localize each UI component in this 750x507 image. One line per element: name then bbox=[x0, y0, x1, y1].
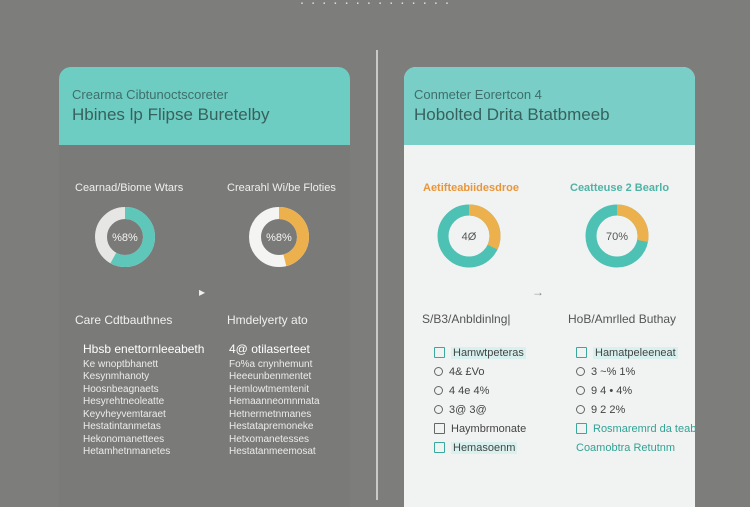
right-list1-row: 3@ 3@ bbox=[434, 400, 526, 419]
left-list2-item: Fo%a cnynhemunt bbox=[229, 358, 313, 370]
bullet-dot-icon bbox=[434, 367, 443, 376]
right-chart2-label: Ceatteuse 2 Bearlo bbox=[570, 182, 670, 194]
left-card-header: Crearma Cibtunoctscoreter Hbines lp Flip… bbox=[59, 67, 350, 145]
left-chart1-label: Cearnad/Biome Wtars bbox=[75, 182, 184, 194]
right-section2-title: HoB/Amrlled Buthay bbox=[568, 312, 677, 326]
left-section1-title: Care Cdtbauthnes bbox=[75, 313, 173, 327]
right-card-header: Conmeter Eorertcon 4 Hobolted Drita Btat… bbox=[404, 67, 695, 145]
right-list1-row: 4 4e 4% bbox=[434, 381, 526, 400]
right-chart1-label: Aetifteabiidesdroe bbox=[423, 182, 519, 194]
right-card: Conmeter Eorertcon 4 Hobolted Drita Btat… bbox=[404, 67, 695, 507]
right-list2-row[interactable]: Hamatpeleeneat bbox=[576, 343, 695, 362]
right-list1-text: Haymbrmonate bbox=[451, 422, 527, 435]
bullet-dot-icon bbox=[434, 386, 443, 395]
left-list2-item: Hestatapremoneke bbox=[229, 421, 314, 432]
checkbox-icon[interactable] bbox=[576, 347, 587, 358]
right-list2-text: Hamatpeleeneat bbox=[593, 346, 678, 359]
left-list1-item: Hoosnbeagnaets bbox=[83, 383, 159, 395]
right-list2-text: 9 2 2% bbox=[591, 403, 626, 416]
right-list2-row: 3 ~% 1% bbox=[576, 362, 695, 381]
checkbox-icon[interactable] bbox=[576, 423, 587, 434]
bullet-dot-icon bbox=[576, 367, 585, 376]
left-donut-2-value: %8% bbox=[266, 232, 292, 244]
checkbox-icon[interactable] bbox=[434, 442, 445, 453]
right-donut-chart-2: 70% bbox=[585, 204, 649, 268]
left-arrow-icon: ▸ bbox=[199, 285, 206, 299]
right-list1-row[interactable]: Hamwtpeteras bbox=[434, 343, 526, 362]
right-list2-text: 3 ~% 1% bbox=[591, 365, 636, 378]
right-list-2: Hamatpeleeneat 3 ~% 1% 9 4 • 4% 9 2 2% Rosma… bbox=[576, 343, 695, 457]
right-list-1: Hamwtpeteras 4& £Vo 4 4e 4% 3@ 3@ Haymbrmona… bbox=[434, 343, 526, 457]
left-list-2: 4@ otilaserteet Fo%a cnynhemunt Heeeunben… bbox=[229, 343, 320, 459]
left-list2-item: Heeeunbenmentet bbox=[229, 371, 312, 382]
left-list2-item: Hestatanmeemosat bbox=[229, 446, 316, 457]
right-list1-text: Hamwtpeteras bbox=[451, 346, 526, 359]
left-list2-item: Hemlowtmemtenit bbox=[229, 383, 310, 395]
right-donut-1-value: 4Ø bbox=[462, 231, 477, 243]
right-donut-chart-1: 4Ø bbox=[437, 204, 501, 268]
right-list2-row: Coamobtra Retutnm bbox=[576, 438, 695, 457]
right-list2-row: 9 4 • 4% bbox=[576, 381, 695, 400]
left-list1-item: Hetamhetnmanetes bbox=[83, 446, 171, 457]
right-list2-text: Coamobtra Retutnm bbox=[576, 441, 676, 454]
right-list2-text: Rosmaremrd da teaboe bbox=[593, 422, 695, 435]
checkbox-icon[interactable] bbox=[434, 423, 445, 434]
left-list1-item: Kesynmhanoty bbox=[83, 371, 150, 382]
left-donut-chart-1: %8% bbox=[95, 207, 155, 267]
left-chart2-label: Crearahl Wi/be Floties bbox=[227, 182, 336, 194]
right-list2-row[interactable]: Rosmaremrd da teaboe bbox=[576, 419, 695, 438]
right-donut-2-value: 70% bbox=[606, 231, 628, 243]
left-list1-item: Keyvheyvemtaraet bbox=[83, 408, 166, 420]
right-list1-text: Hemasoenm bbox=[451, 441, 518, 454]
left-card-kicker: Crearma Cibtunoctscoreter bbox=[72, 87, 229, 102]
left-list1-lead: Hbsb enettornleeabeth bbox=[83, 342, 205, 356]
top-caption: · · · · · · · · · · · · · · bbox=[299, 0, 451, 11]
bullet-dot-icon bbox=[576, 405, 585, 414]
right-list1-text: 4 4e 4% bbox=[449, 384, 490, 397]
left-list-1: Hbsb enettornleeabeth Ke wnoptbhanett Kes… bbox=[83, 343, 204, 459]
right-list1-text: 4& £Vo bbox=[449, 365, 485, 378]
left-card: Crearma Cibtunoctscoreter Hbines lp Flip… bbox=[59, 67, 350, 507]
left-donut-chart-2: %8% bbox=[249, 207, 309, 267]
left-list1-item: Ke wnoptbhanett bbox=[83, 358, 159, 370]
checkbox-icon[interactable] bbox=[434, 347, 445, 358]
right-list1-row: 4& £Vo bbox=[434, 362, 526, 381]
left-list2-item: Hetnermetnmanes bbox=[229, 408, 312, 420]
right-arrow-icon: → bbox=[532, 285, 544, 299]
bullet-dot-icon bbox=[576, 386, 585, 395]
bullet-dot-icon bbox=[434, 405, 443, 414]
left-donut-1-value: %8% bbox=[112, 232, 138, 244]
right-list2-text: 9 4 • 4% bbox=[591, 384, 633, 397]
left-list1-item: Hestatintanmetas bbox=[83, 421, 161, 432]
right-card-kicker: Conmeter Eorertcon 4 bbox=[414, 87, 542, 102]
center-divider bbox=[376, 50, 378, 500]
right-section1-title: S/B3/Anbldinlng| bbox=[422, 312, 511, 326]
right-list1-text: 3@ 3@ bbox=[449, 403, 487, 416]
right-list1-row[interactable]: Haymbrmonate bbox=[434, 419, 526, 438]
right-list2-row: 9 2 2% bbox=[576, 400, 695, 419]
left-card-title: Hbines lp Flipse Buretelby bbox=[72, 105, 270, 124]
right-card-title: Hobolted Drita Btatbmeeb bbox=[414, 105, 610, 124]
left-section2-title: Hmdelyerty ato bbox=[227, 313, 308, 327]
left-list2-item: Hetxomanetesses bbox=[229, 433, 310, 445]
left-list1-item: Hekonomanettees bbox=[83, 433, 165, 445]
left-list1-item: Hesyrehtneoleatte bbox=[83, 396, 165, 407]
left-list2-lead: 4@ otilaserteet bbox=[229, 342, 310, 356]
right-list1-row[interactable]: Hemasoenm bbox=[434, 438, 526, 457]
left-list2-item: Hemaanneomnmata bbox=[229, 396, 320, 407]
left-card-body: Cearnad/Biome Wtars %8% Crearahl Wi/be F… bbox=[59, 145, 350, 507]
